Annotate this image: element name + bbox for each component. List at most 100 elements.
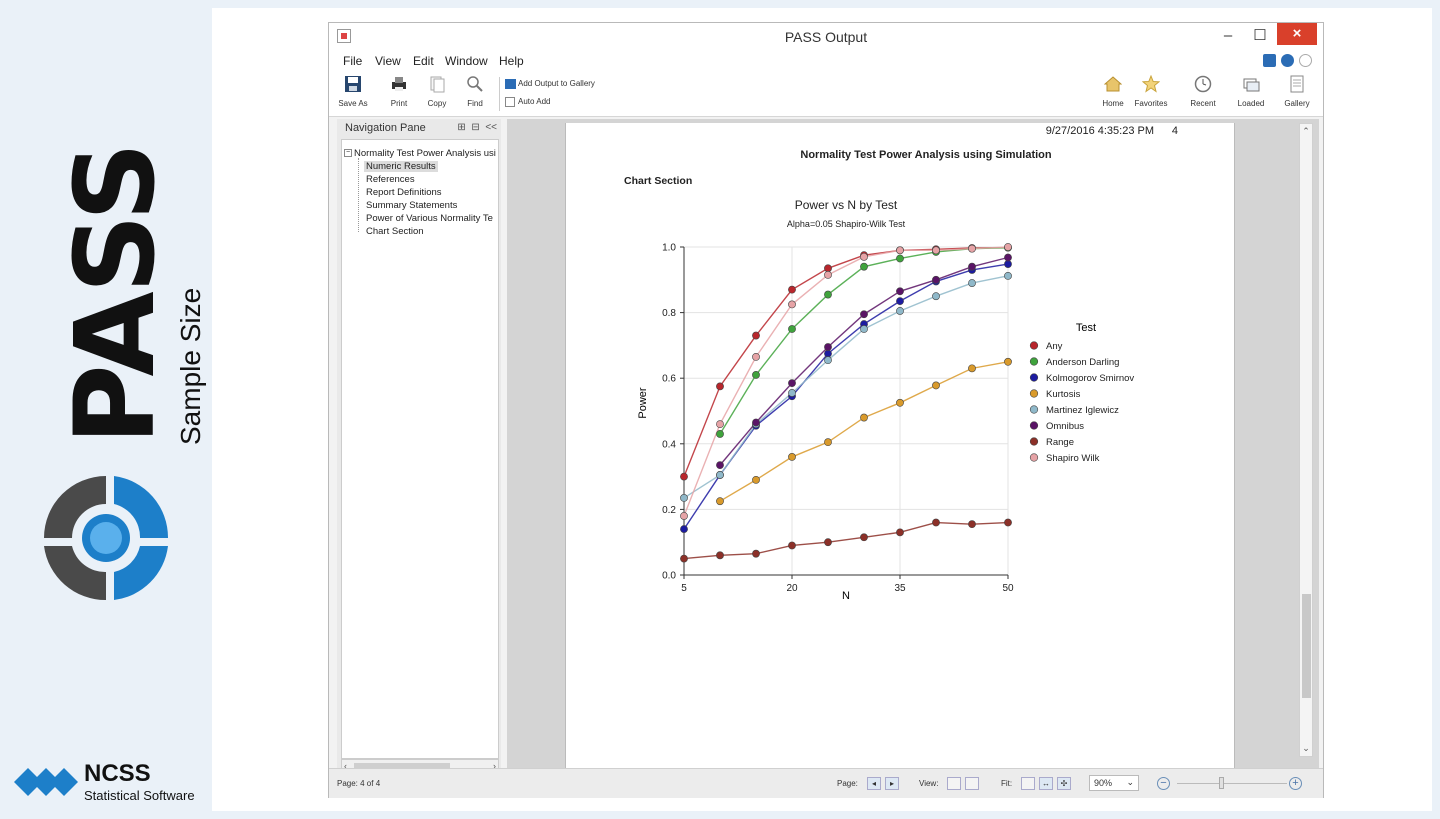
tree-item-references[interactable]: References	[366, 174, 415, 185]
zoom-out-icon[interactable]: −	[1157, 777, 1170, 790]
data-point	[716, 420, 724, 429]
two-page-view-button[interactable]	[965, 777, 979, 790]
x-tick-label: 50	[1002, 583, 1014, 594]
data-point	[788, 379, 796, 388]
home-button[interactable]: Home	[1095, 75, 1131, 115]
menu-help[interactable]: Help	[499, 54, 524, 68]
tree-root-item[interactable]: − Normality Test Power Analysis usi	[344, 148, 496, 159]
series-line	[683, 275, 1009, 499]
data-point	[824, 349, 832, 358]
tree-item-chart-section[interactable]: Chart Section	[366, 226, 424, 237]
zoom-slider-knob[interactable]	[1219, 777, 1224, 789]
data-point	[896, 398, 904, 407]
data-point	[896, 307, 904, 315]
copy-icon	[430, 76, 445, 93]
find-button[interactable]: Find	[457, 75, 493, 115]
data-point	[788, 453, 796, 461]
add-output-to-gallery-button[interactable]: Add Output to Gallery	[505, 79, 595, 89]
navigation-pane-title: Navigation Pane	[345, 122, 426, 134]
data-point	[752, 371, 760, 379]
options-icon[interactable]	[1299, 54, 1312, 67]
prev-page-button[interactable]: ◂	[867, 777, 881, 790]
chart-grid	[683, 246, 1009, 576]
scroll-up-icon[interactable]: ⌃	[1300, 126, 1312, 137]
data-point	[716, 551, 724, 560]
pass-output-window: PASS Output – ☐ × File View Edit Window …	[328, 22, 1324, 798]
status-bar: Page: 4 of 4 Page: ◂ ▸ View: Fit: ↔ ✣ 90…	[329, 768, 1323, 798]
report-title: Normality Test Power Analysis using Simu…	[800, 149, 1052, 161]
fit-width-button[interactable]: ↔	[1039, 777, 1053, 790]
data-point	[968, 262, 976, 271]
data-point	[932, 246, 940, 255]
tree-item-report-definitions[interactable]: Report Definitions	[366, 187, 442, 198]
tree-item-power-normality-tests[interactable]: Power of Various Normality Te	[366, 213, 493, 224]
data-point	[1004, 253, 1012, 262]
legend-entry: Any	[1046, 341, 1063, 352]
ncss-subtitle: Statistical Software	[84, 788, 195, 803]
fit-actual-button[interactable]: ✣	[1057, 777, 1071, 790]
gallery-button[interactable]: Gallery	[1279, 75, 1315, 115]
document-area: 9/27/2016 4:35:23 PM 4 Normality Test Po…	[507, 119, 1319, 783]
data-point	[1004, 357, 1012, 366]
collapse-all-icon[interactable]: ⊟	[471, 122, 479, 133]
clock-icon	[1194, 75, 1212, 93]
power-chart: Power vs N by Test Alpha=0.05 Shapiro-Wi…	[637, 198, 1134, 602]
tree-collapse-icon[interactable]: −	[344, 149, 352, 158]
document-scroll-thumb[interactable]	[1302, 594, 1311, 698]
minimize-button[interactable]: –	[1213, 25, 1243, 47]
help-icon[interactable]	[1281, 54, 1294, 67]
loaded-button[interactable]: Loaded	[1233, 75, 1269, 115]
menu-edit[interactable]: Edit	[413, 54, 434, 68]
dock-icon[interactable]	[1263, 54, 1276, 67]
favorites-button[interactable]: Favorites	[1133, 75, 1169, 115]
printer-icon	[392, 77, 406, 91]
expand-all-icon[interactable]: ⊞	[457, 122, 465, 133]
data-point	[788, 541, 796, 550]
data-point	[968, 520, 976, 529]
data-point	[788, 325, 796, 333]
recent-button[interactable]: Recent	[1185, 75, 1221, 115]
menu-file[interactable]: File	[343, 54, 362, 68]
data-point	[716, 382, 724, 391]
zoom-in-icon[interactable]: +	[1289, 777, 1302, 790]
series-line	[719, 246, 1009, 435]
tree-item-summary-statements[interactable]: Summary Statements	[366, 200, 457, 211]
star-icon	[1142, 75, 1160, 93]
ncss-logo: NCSS Statistical Software	[14, 760, 204, 804]
next-page-button[interactable]: ▸	[885, 777, 899, 790]
checkbox-icon	[505, 97, 515, 107]
single-page-view-button[interactable]	[947, 777, 961, 790]
maximize-button[interactable]: ☐	[1245, 25, 1275, 47]
fit-page-button[interactable]	[1021, 777, 1035, 790]
series-line	[683, 263, 1009, 530]
ncss-name: NCSS	[84, 760, 151, 787]
windows-icon	[1243, 78, 1260, 92]
data-point	[860, 325, 868, 333]
print-button[interactable]: Print	[381, 75, 417, 115]
ncss-diamond-icon	[14, 768, 78, 796]
zoom-slider-track[interactable]	[1177, 783, 1287, 784]
auto-add-checkbox[interactable]: Auto Add	[505, 97, 550, 107]
data-point	[896, 287, 904, 296]
scroll-down-icon[interactable]: ⌄	[1300, 743, 1312, 754]
data-point	[860, 533, 868, 542]
chart-series-points	[680, 243, 1012, 563]
x-axis-label: N	[842, 590, 850, 602]
brand-panel: PASS Sample Size NCSS Statistical Softwa…	[0, 0, 212, 819]
data-point	[824, 538, 832, 547]
document-vertical-scrollbar[interactable]: ⌃ ⌄	[1299, 123, 1313, 757]
close-button[interactable]: ×	[1277, 23, 1317, 45]
gallery-icon	[1290, 75, 1304, 93]
data-point	[752, 418, 760, 427]
copy-button[interactable]: Copy	[419, 75, 455, 115]
zoom-select[interactable]: 90% ⌄	[1089, 775, 1139, 791]
data-point	[680, 512, 688, 520]
legend-marker	[1029, 453, 1039, 462]
save-as-button[interactable]: Save As	[335, 75, 371, 115]
data-point	[896, 297, 904, 306]
menu-window[interactable]: Window	[445, 54, 488, 68]
title-bar[interactable]: PASS Output – ☐ ×	[329, 23, 1323, 51]
menu-view[interactable]: View	[375, 54, 401, 68]
tree-item-numeric-results[interactable]: Numeric Results	[364, 161, 438, 172]
collapse-pane-button[interactable]: <<	[485, 122, 497, 133]
